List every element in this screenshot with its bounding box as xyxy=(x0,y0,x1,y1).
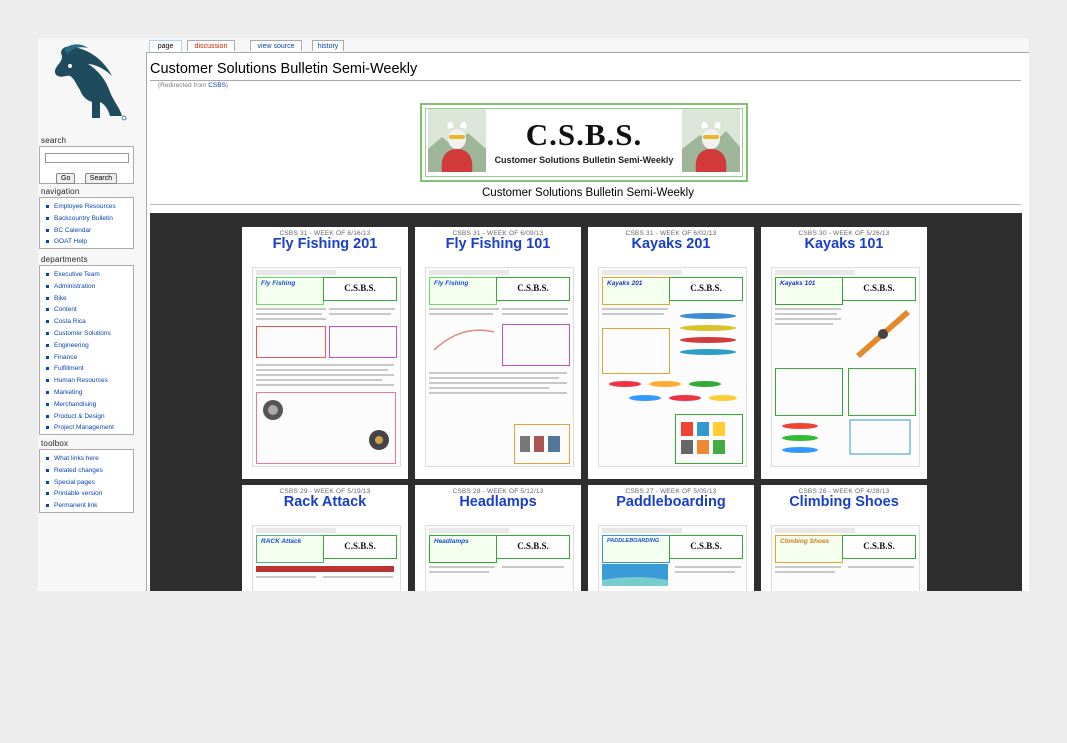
redirect-note: (Redirected from CSBS) xyxy=(158,82,228,89)
nav-item-employee-resources[interactable]: Employee Resources xyxy=(46,201,133,213)
heading-divider xyxy=(150,80,1021,81)
dept-item-content[interactable]: Content xyxy=(46,304,133,316)
bulletin-card-paddleboarding[interactable]: CSBS 27 - WEEK OF 5/05/13 Paddleboarding… xyxy=(588,485,754,591)
bulletin-thumbnail[interactable]: Fly Fishing C.S.B.S. xyxy=(252,267,401,467)
tab-page[interactable]: page xyxy=(149,40,182,52)
search-input[interactable] xyxy=(44,153,129,163)
thumbnail-logo: C.S.B.S. xyxy=(344,541,376,551)
card-title[interactable]: Paddleboarding xyxy=(588,494,754,510)
toolbox-item-permanent-link[interactable]: Permanent link xyxy=(46,500,133,512)
departments-heading: departments xyxy=(41,255,88,264)
nav-item-bc-calendar[interactable]: BC Calendar xyxy=(46,225,133,237)
thumbnail-feature: Kayaks 201 xyxy=(607,280,643,287)
bulletin-card-headlamps[interactable]: CSBS 28 - WEEK OF 5/12/13 Headlamps Head… xyxy=(415,485,581,591)
redirect-link[interactable]: CSBS xyxy=(208,82,226,89)
thumbnail-logo: C.S.B.S. xyxy=(863,541,895,551)
toolbox-item-printable-version[interactable]: Printable version xyxy=(46,488,133,500)
dept-item-costa-rica[interactable]: Costa Rica xyxy=(46,316,133,328)
search-button[interactable]: Search xyxy=(84,173,117,184)
card-title[interactable]: Headlamps xyxy=(415,494,581,510)
bulletin-card-kayaks-101[interactable]: CSBS 30 - WEEK OF 5/26/13 Kayaks 101 Kay… xyxy=(761,227,927,479)
thumbnail-feature: Fly Fishing xyxy=(261,280,296,287)
search-heading: search xyxy=(41,136,67,145)
dept-item-customer-solutions[interactable]: Customer Solutions xyxy=(46,328,133,340)
departments-portlet: Executive Team Administration Bike Conte… xyxy=(39,265,134,435)
nav-item-backcountry-bulletin[interactable]: Backcountry Bulletin xyxy=(46,213,133,225)
toolbox-item-related-changes[interactable]: Related changes xyxy=(46,465,133,477)
dept-item-finance[interactable]: Finance xyxy=(46,352,133,364)
dept-item-marketing[interactable]: Marketing xyxy=(46,387,133,399)
thumbnail-feature: Fly Fishing xyxy=(434,280,469,287)
thumbnail-feature: Headlamps xyxy=(434,538,469,545)
tab-history[interactable]: history xyxy=(312,40,344,51)
toolbox-heading: toolbox xyxy=(41,439,69,448)
thumbnail-feature: RACK Attack xyxy=(261,538,302,545)
bulletin-thumbnail[interactable]: Kayaks 101 C.S.B.S. xyxy=(771,267,920,467)
thumbnail-feature: Kayaks 101 xyxy=(780,280,816,287)
dept-item-fulfillment[interactable]: Fulfillment xyxy=(46,363,133,375)
thumbnail-logo: C.S.B.S. xyxy=(344,283,376,293)
redirect-suffix: ) xyxy=(225,82,229,89)
bulletin-card-rack-attack[interactable]: CSBS 29 - WEEK OF 5/19/13 Rack Attack RA… xyxy=(242,485,408,591)
csbs-banner[interactable]: C.S.B.S. Customer Solutions Bulletin Sem… xyxy=(420,103,748,182)
goat-logo-icon[interactable] xyxy=(48,42,128,126)
redirect-prefix: (Redirected from xyxy=(158,82,209,89)
bulletin-card-kayaks-201[interactable]: CSBS 31 - WEEK OF 6/02/13 Kayaks 201 Kay… xyxy=(588,227,754,479)
card-title[interactable]: Fly Fishing 101 xyxy=(415,236,581,252)
card-title[interactable]: Fly Fishing 201 xyxy=(242,236,408,252)
bulletin-thumbnail[interactable]: PADDLEBOARDING C.S.B.S. xyxy=(598,525,747,591)
wiki-window: search Go Search navigation Employee Res… xyxy=(38,38,1029,591)
navigation-portlet: Employee Resources Backcountry Bulletin … xyxy=(39,197,134,249)
dept-item-human-resources[interactable]: Human Resources xyxy=(46,375,133,387)
dept-item-bike[interactable]: Bike xyxy=(46,293,133,305)
tab-view-source[interactable]: view source xyxy=(250,40,302,51)
go-button[interactable]: Go xyxy=(56,173,76,184)
dept-item-executive-team[interactable]: Executive Team xyxy=(46,269,133,281)
bulletin-thumbnail[interactable]: Headlamps C.S.B.S. xyxy=(425,525,574,591)
thumbnail-logo: C.S.B.S. xyxy=(690,541,722,551)
card-title[interactable]: Rack Attack xyxy=(242,494,408,510)
nav-item-goat-help[interactable]: GOAT Help xyxy=(46,236,133,248)
bulletin-thumbnail[interactable]: Fly Fishing C.S.B.S. xyxy=(425,267,574,467)
card-title[interactable]: Climbing Shoes xyxy=(761,494,927,510)
toolbox-item-special-pages[interactable]: Special pages xyxy=(46,477,133,489)
section-title: Customer Solutions Bulletin Semi-Weekly xyxy=(482,187,694,199)
bulletin-thumbnail[interactable]: RACK Attack C.S.B.S. xyxy=(252,525,401,591)
thumbnail-logo: C.S.B.S. xyxy=(863,283,895,293)
card-title[interactable]: Kayaks 201 xyxy=(588,236,754,252)
dept-item-engineering[interactable]: Engineering xyxy=(46,340,133,352)
toolbox-item-what-links-here[interactable]: What links here xyxy=(46,453,133,465)
thumbnail-feature: PADDLEBOARDING xyxy=(607,538,660,544)
dept-item-project-management[interactable]: Project Management xyxy=(46,422,133,434)
thumbnail-logo: C.S.B.S. xyxy=(690,283,722,293)
banner-title: C.S.B.S. xyxy=(525,117,643,152)
navigation-heading: navigation xyxy=(41,187,80,196)
bulletin-thumbnail[interactable]: Climbing Shoes C.S.B.S. xyxy=(771,525,920,591)
tab-discussion[interactable]: discussion xyxy=(187,40,235,51)
bulletin-card-fly-fishing-101[interactable]: CSBS 31 - WEEK OF 6/09/13 Fly Fishing 10… xyxy=(415,227,581,479)
thumbnail-feature: Climbing Shoes xyxy=(780,538,830,545)
thumbnail-logo: C.S.B.S. xyxy=(517,541,549,551)
section-divider xyxy=(150,204,1021,205)
search-portlet: Go Search xyxy=(39,146,134,184)
card-title[interactable]: Kayaks 101 xyxy=(761,236,927,252)
bulletin-thumbnail[interactable]: Kayaks 201 C.S.B.S. xyxy=(598,267,747,467)
dept-item-administration[interactable]: Administration xyxy=(46,281,133,293)
banner-subtitle: Customer Solutions Bulletin Semi-Weekly xyxy=(494,155,674,165)
thumbnail-logo: C.S.B.S. xyxy=(517,283,549,293)
content-area: Customer Solutions Bulletin Semi-Weekly … xyxy=(146,52,1029,591)
bulletin-card-fly-fishing-201[interactable]: CSBS 31 - WEEK OF 6/16/13 Fly Fishing 20… xyxy=(242,227,408,479)
toolbox-portlet: What links here Related changes Special … xyxy=(39,449,134,513)
dept-item-merchandising[interactable]: Merchandising xyxy=(46,399,133,411)
bulletin-card-climbing-shoes[interactable]: CSBS 26 - WEEK OF 4/28/13 Climbing Shoes… xyxy=(761,485,927,591)
dept-item-product-design[interactable]: Product & Design xyxy=(46,411,133,423)
page-title: Customer Solutions Bulletin Semi-Weekly xyxy=(150,61,418,77)
bulletin-gallery: CSBS 31 - WEEK OF 6/16/13 Fly Fishing 20… xyxy=(150,213,1022,591)
